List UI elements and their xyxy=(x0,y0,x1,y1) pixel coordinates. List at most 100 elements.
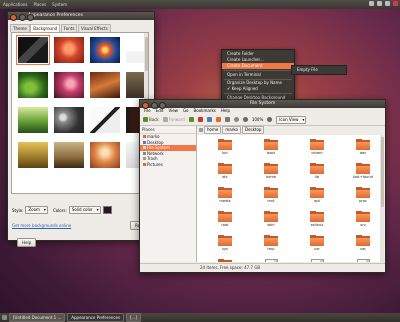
maximize-icon[interactable] xyxy=(27,13,34,21)
file-item[interactable]: home xyxy=(251,163,291,184)
menu-item-create-document[interactable]: Create Document xyxy=(222,63,294,69)
file-item[interactable]: sbin xyxy=(251,211,291,232)
desktop-icon xyxy=(143,140,146,144)
taskbar-item-file-system[interactable]: [...] xyxy=(126,313,142,322)
breadcrumb-desktop[interactable]: Desktop xyxy=(241,126,265,134)
places-menu[interactable]: Places xyxy=(33,2,46,7)
file-item[interactable]: root xyxy=(205,211,245,232)
file-item[interactable]: bin xyxy=(205,139,245,160)
wallpaper-thumbnail[interactable] xyxy=(54,37,84,63)
zoom-out-icon[interactable] xyxy=(242,117,248,122)
menu-item-empty-file[interactable]: Empty File xyxy=(292,67,346,73)
appearance-titlebar[interactable]: Appearance Preferences xyxy=(8,12,154,21)
file-item[interactable]: etc xyxy=(205,163,245,184)
color-swatch[interactable] xyxy=(102,206,112,214)
tab-visual-effects[interactable]: Visual Effects xyxy=(77,24,111,32)
forward-button[interactable]: Forward xyxy=(162,117,185,122)
taskbar-item-gedit[interactable]: [Untitled Document 1 ... xyxy=(9,313,66,322)
menu-item-keep-aligned[interactable]: ✔ Keep Aligned xyxy=(222,86,294,92)
wallpaper-thumbnail[interactable] xyxy=(90,37,120,63)
folder-icon xyxy=(218,259,232,262)
folder-icon xyxy=(264,139,278,150)
file-item[interactable]: usr xyxy=(297,235,337,256)
folder-icon xyxy=(218,211,232,222)
tab-theme[interactable]: Theme xyxy=(10,24,30,32)
file-item[interactable] xyxy=(343,259,383,262)
volume-icon[interactable] xyxy=(377,1,382,6)
file-item[interactable]: lost+found xyxy=(343,163,383,184)
file-item[interactable]: var xyxy=(343,235,383,256)
applications-menu[interactable]: Applications xyxy=(3,2,27,7)
minimize-icon[interactable] xyxy=(150,101,158,109)
menu-view[interactable]: View xyxy=(168,108,178,114)
file-item[interactable]: srv xyxy=(343,211,383,232)
wallpaper-thumbnail[interactable] xyxy=(90,142,120,168)
network-icon[interactable] xyxy=(369,1,374,6)
places-header[interactable]: Places xyxy=(140,126,196,134)
folder-icon xyxy=(264,211,278,222)
taskbar-item-appearance[interactable]: Appearance Preferences xyxy=(67,313,125,322)
up-icon[interactable] xyxy=(188,117,194,122)
file-item[interactable]: proc xyxy=(343,187,383,208)
search-icon[interactable] xyxy=(233,117,239,122)
system-menu[interactable]: System xyxy=(52,2,67,7)
path-left-icon[interactable] xyxy=(199,128,203,132)
file-item[interactable]: media xyxy=(205,187,245,208)
file-item[interactable]: opt xyxy=(297,187,337,208)
wallpaper-thumbnail[interactable] xyxy=(18,107,48,133)
wallpaper-thumbnail[interactable] xyxy=(54,72,84,98)
file-item[interactable]: sys xyxy=(205,235,245,256)
menu-edit[interactable]: Edit xyxy=(156,108,164,114)
close-icon[interactable] xyxy=(10,13,17,21)
file-item[interactable]: lib xyxy=(297,163,337,184)
wallpaper-thumbnail[interactable] xyxy=(54,142,84,168)
view-mode-combo[interactable]: Icon View xyxy=(276,115,307,124)
tab-fonts[interactable]: Fonts xyxy=(60,24,78,32)
breadcrumb-marko[interactable]: marko xyxy=(222,126,241,134)
menu-file[interactable]: File xyxy=(144,108,151,114)
show-desktop-icon[interactable] xyxy=(2,315,7,320)
file-manager-titlebar[interactable]: File System xyxy=(140,100,385,109)
menu-help[interactable]: Help xyxy=(221,108,230,114)
wallpaper-thumbnail[interactable] xyxy=(18,142,48,168)
computer-icon[interactable] xyxy=(224,117,230,122)
colors-combo[interactable]: Solid color xyxy=(68,206,101,214)
file-item[interactable]: mnt xyxy=(251,187,291,208)
file-item[interactable]: dev xyxy=(343,139,383,160)
file-item[interactable]: boot xyxy=(251,139,291,160)
wallpaper-thumbnail[interactable] xyxy=(90,107,120,133)
style-combo[interactable]: Zoom xyxy=(25,206,48,214)
home-icon[interactable] xyxy=(215,117,221,122)
tab-background[interactable]: Background xyxy=(30,24,61,32)
file-item[interactable]: cdrom xyxy=(297,139,337,160)
power-icon[interactable] xyxy=(393,1,398,6)
back-button[interactable]: Back xyxy=(143,117,159,122)
file-item[interactable]: selinux xyxy=(297,211,337,232)
reload-icon[interactable] xyxy=(206,117,212,122)
menu-bookmarks[interactable]: Bookmarks xyxy=(194,108,216,114)
trash-icon xyxy=(143,157,146,161)
stop-icon[interactable] xyxy=(197,117,203,122)
file-name: dev xyxy=(359,151,367,155)
file-view-scrollbar[interactable] xyxy=(380,135,384,262)
close-icon[interactable] xyxy=(142,101,149,109)
breadcrumb-home[interactable]: home xyxy=(204,126,222,134)
zoom-in-icon[interactable] xyxy=(267,117,273,122)
wallpaper-thumbnail[interactable] xyxy=(18,72,48,98)
wallpaper-thumbnail[interactable] xyxy=(54,107,84,133)
mail-icon[interactable] xyxy=(385,1,390,6)
menu-item-open-terminal[interactable]: Open in Terminal xyxy=(222,72,294,78)
file-name: tmp xyxy=(267,247,275,251)
wallpaper-thumbnail[interactable] xyxy=(90,72,120,98)
minimize-icon[interactable] xyxy=(18,13,26,21)
file-item[interactable]: tmp xyxy=(251,235,291,256)
file-item[interactable] xyxy=(251,259,291,262)
wallpaper-thumbnail[interactable] xyxy=(16,35,50,65)
file-item[interactable] xyxy=(205,259,245,262)
get-more-backgrounds-link[interactable]: Get more backgrounds online xyxy=(12,223,71,228)
maximize-icon[interactable] xyxy=(159,101,166,109)
file-item[interactable] xyxy=(297,259,337,262)
menu-go[interactable]: Go xyxy=(183,108,189,114)
help-button[interactable]: Help xyxy=(17,238,37,247)
sidebar-item-pictures[interactable]: Pictures xyxy=(140,162,196,168)
